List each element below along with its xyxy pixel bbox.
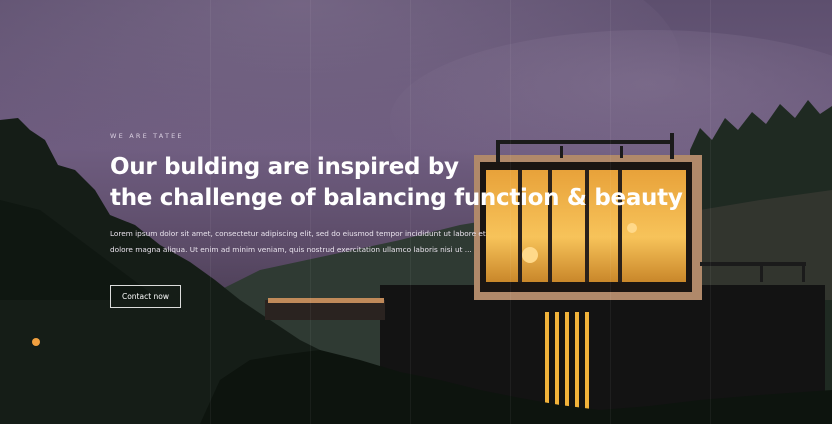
hero-description: Lorem ipsum dolor sit amet, consectetur … — [110, 229, 486, 254]
hero-section: WE ARE TATEE Our bulding are inspired by… — [0, 0, 832, 424]
hero-headline-line1: Our bulding are inspired by — [110, 154, 459, 180]
hero-headline-line2: the challenge of balancing function & be… — [110, 185, 683, 211]
hero-headline: Our bulding are inspired by the challeng… — [110, 152, 683, 214]
contact-now-button[interactable]: Contact now — [110, 285, 181, 308]
hero-content: WE ARE TATEE Our bulding are inspired by… — [110, 132, 683, 258]
hero-eyebrow: WE ARE TATEE — [110, 132, 184, 140]
